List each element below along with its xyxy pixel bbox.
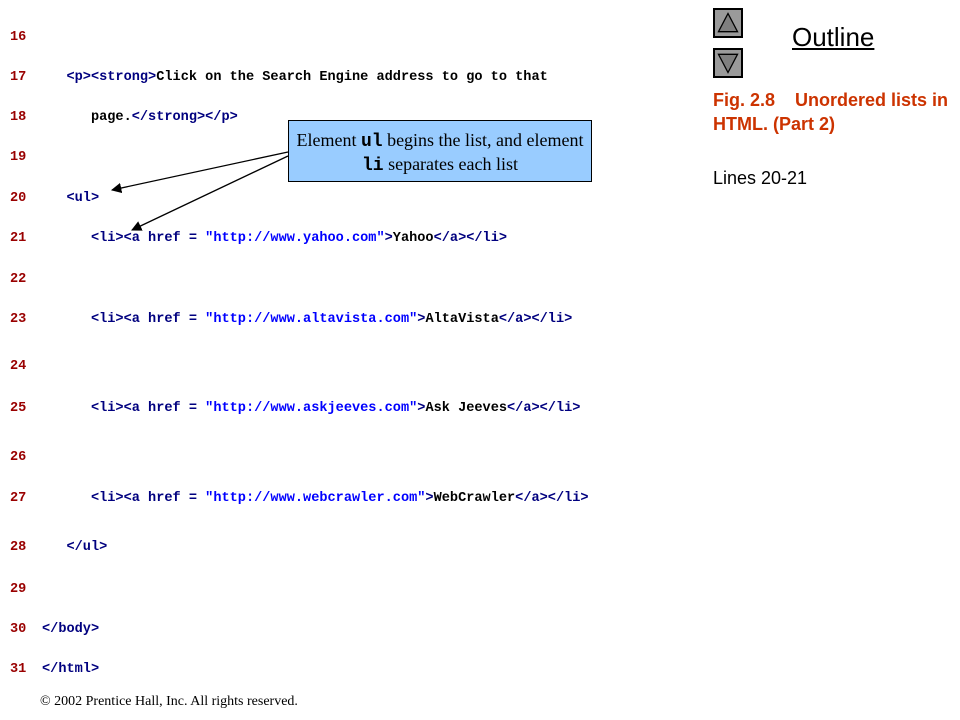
callout-box: Element ul begins the list, and element … — [288, 120, 592, 182]
callout-arrows — [110, 151, 289, 231]
callout-code-ul: ul — [360, 132, 383, 152]
callout-text-2: begins the list, and element — [382, 130, 584, 150]
arrow-to-li — [131, 155, 289, 231]
callout-text-1: Element — [296, 130, 361, 150]
callout-code-li: li — [361, 156, 384, 176]
callout-text-3: separates each list — [383, 154, 519, 174]
copyright-notice: © 2002 Prentice Hall, Inc. All rights re… — [40, 694, 298, 709]
arrow-to-ul — [110, 151, 289, 194]
